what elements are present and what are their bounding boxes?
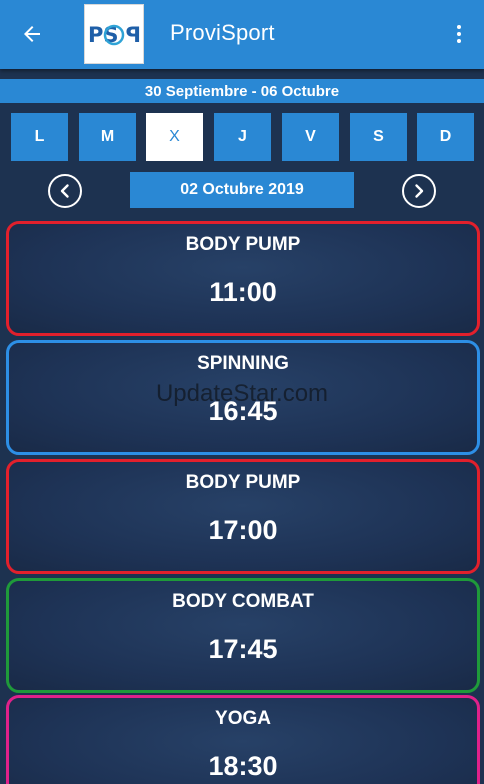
class-name: YOGA	[215, 708, 271, 729]
day-selector: L M X J V S D	[0, 113, 484, 161]
class-time: 11:00	[209, 277, 277, 307]
current-date[interactable]: 02 Octubre 2019	[130, 172, 354, 208]
class-card[interactable]: SPINNING 16:45	[6, 340, 480, 455]
class-time: 17:00	[208, 515, 278, 545]
class-card[interactable]: BODY PUMP 11:00	[6, 221, 480, 336]
class-list[interactable]: BODY PUMP 11:00 SPINNING 16:45 BODY PUMP…	[0, 218, 484, 784]
chevron-left-icon	[60, 184, 69, 198]
back-button[interactable]	[14, 18, 50, 50]
class-name: BODY PUMP	[185, 234, 301, 255]
class-card[interactable]: YOGA 18:30	[6, 695, 480, 784]
next-day-button[interactable]	[402, 174, 436, 208]
chevron-right-icon	[415, 184, 424, 198]
overflow-menu-button[interactable]	[448, 18, 470, 50]
app-title: ProviSport	[170, 20, 275, 45]
day-tab-s[interactable]: S	[350, 113, 407, 161]
provisport-logo-icon: PS P	[88, 23, 141, 47]
class-card[interactable]: BODY COMBAT 17:45	[6, 578, 480, 693]
week-range: 30 Septiembre - 06 Octubre	[0, 79, 484, 103]
class-name: BODY PUMP	[185, 472, 301, 493]
class-time: 17:45	[208, 634, 278, 664]
previous-day-button[interactable]	[48, 174, 82, 208]
arrow-left-icon	[24, 26, 40, 42]
day-tab-m[interactable]: M	[79, 113, 136, 161]
class-time: 18:30	[208, 751, 278, 781]
day-tab-d[interactable]: D	[417, 113, 474, 161]
app-logo: PS P	[84, 4, 144, 64]
svg-text:P: P	[126, 23, 141, 47]
more-vert-icon-dot	[457, 39, 461, 43]
class-card[interactable]: BODY PUMP 17:00	[6, 459, 480, 574]
class-name: SPINNING	[197, 353, 289, 374]
day-tab-x[interactable]: X	[146, 113, 203, 161]
more-vert-icon-dot	[457, 32, 461, 36]
class-name: BODY COMBAT	[172, 591, 314, 612]
app-bar: PS P ProviSport	[0, 0, 484, 69]
day-tab-v[interactable]: V	[282, 113, 339, 161]
day-tab-l[interactable]: L	[11, 113, 68, 161]
day-tab-j[interactable]: J	[214, 113, 271, 161]
more-vert-icon	[457, 25, 461, 29]
class-time: 16:45	[208, 396, 278, 426]
